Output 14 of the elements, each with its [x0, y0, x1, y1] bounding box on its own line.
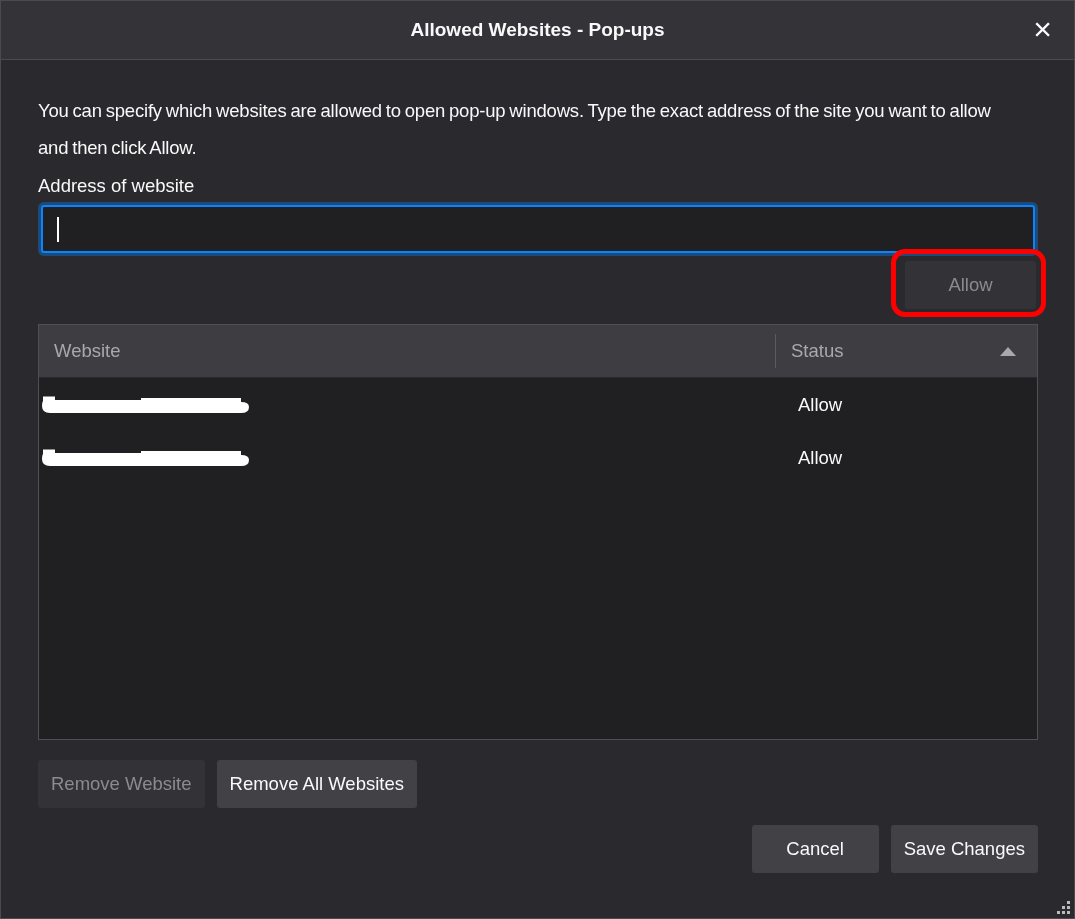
address-field[interactable]: [41, 205, 1035, 253]
sort-arrow-icon: [1000, 346, 1016, 356]
table-cell-text: Allow: [798, 393, 844, 416]
window-title: Allowed Websites - Pop-ups: [410, 19, 665, 41]
description-text: You can specify which websites are allowed to open pop-up windows. Type the exact address of the site you want to allow and then click Allow.: [38, 99, 992, 160]
save-button[interactable]: Save Changes: [890, 825, 1038, 873]
cancel-button[interactable]: Cancel: [751, 825, 879, 873]
remove-all-button[interactable]: Remove All Websites: [216, 760, 417, 808]
column-header[interactable]: Status: [776, 325, 1037, 377]
resize-grip-icon[interactable]: [1057, 901, 1071, 915]
field-label: Address of website: [38, 174, 196, 198]
table-cell-text: Allow: [798, 446, 844, 469]
close-button[interactable]: ×: [1029, 11, 1056, 47]
column-header[interactable]: Website: [39, 334, 776, 368]
